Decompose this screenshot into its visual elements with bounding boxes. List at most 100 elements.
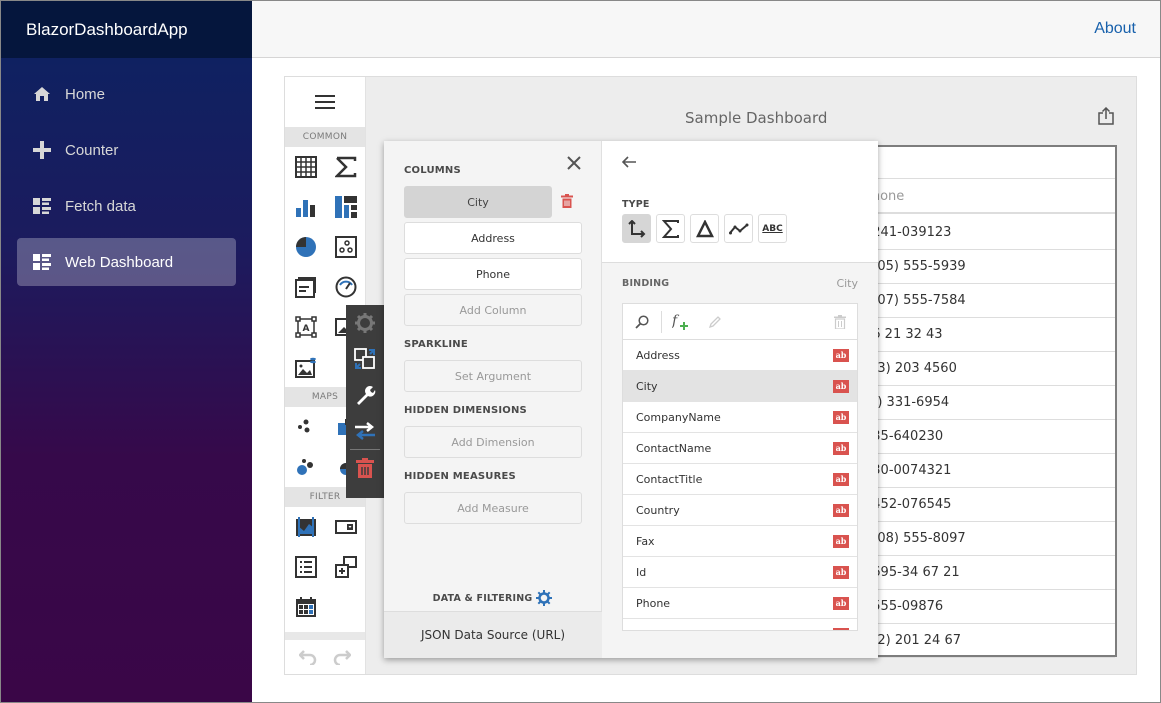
add-dimension-button[interactable]: Add Dimension [404, 426, 582, 458]
binding-value: City [836, 277, 858, 290]
string-type-icon: ab [833, 379, 849, 393]
app-brand[interactable]: BlazorDashboardApp [1, 1, 252, 58]
column-phone[interactable]: Phone [404, 258, 582, 290]
field-item[interactable]: Country ab [623, 495, 857, 526]
search-icon[interactable] [635, 315, 649, 329]
range-filter-icon[interactable] [286, 507, 326, 547]
gauge-icon[interactable] [326, 267, 366, 307]
field-item[interactable]: PostalCode ab [623, 619, 857, 630]
set-argument-button[interactable]: Set Argument [404, 360, 582, 392]
phone-cell: (9) 331-6954 [856, 386, 1115, 419]
about-link[interactable]: About [1094, 20, 1136, 38]
field-item[interactable]: Id ab [623, 557, 857, 588]
hidden-measures-label: HIDDEN MEASURES [404, 471, 516, 482]
binding-label: BINDING [622, 278, 670, 289]
text-box-icon[interactable]: A [286, 307, 326, 347]
delete-item-button[interactable] [346, 450, 384, 486]
type-dimension-button[interactable] [622, 214, 651, 243]
type-measure-button[interactable] [656, 214, 685, 243]
column-header-phone[interactable]: Phone [856, 180, 1115, 214]
card-sigma-icon[interactable] [326, 147, 366, 187]
scatter-icon[interactable] [326, 227, 366, 267]
field-item[interactable]: ContactName ab [623, 433, 857, 464]
type-sparkline-button[interactable] [724, 214, 753, 243]
app-window: BlazorDashboardApp Home Counter Fetch da… [0, 0, 1161, 703]
geo-point-map-icon[interactable] [286, 407, 326, 447]
string-type-icon: ab [833, 441, 849, 455]
list-box-icon[interactable] [286, 547, 326, 587]
options-button[interactable] [346, 377, 384, 413]
undo-icon[interactable] [299, 649, 317, 665]
filter-items [285, 507, 365, 627]
field-name: Phone [636, 596, 671, 610]
type-text-button[interactable]: ABC [758, 214, 787, 243]
bound-image-icon[interactable] [286, 347, 326, 387]
back-arrow-icon[interactable] [622, 156, 636, 168]
field-item[interactable]: CompanyName ab [623, 402, 857, 433]
string-type-icon: ab [833, 534, 849, 548]
bindings-button[interactable] [346, 305, 384, 341]
phone-cell: (505) 555-5939 [856, 250, 1115, 283]
type-label: TYPE [622, 199, 650, 210]
home-icon [33, 85, 51, 103]
nav-item-fetch-data[interactable]: Fetch data [17, 182, 236, 230]
redo-icon[interactable] [333, 649, 351, 665]
columns-label: COLUMNS [404, 165, 461, 176]
toolbox-section-common: COMMON [285, 127, 365, 147]
field-item[interactable]: Fax ab [623, 526, 857, 557]
string-type-icon: ab [833, 472, 849, 486]
string-type-icon: ab [833, 348, 849, 362]
remove-column-icon[interactable] [561, 194, 573, 208]
sparkline-label: SPARKLINE [404, 339, 468, 350]
phone-cell: (02) 201 24 67 [856, 624, 1115, 657]
nav-item-counter[interactable]: Counter [17, 126, 236, 174]
phone-cell: 0241-039123 [856, 216, 1115, 249]
data-source-label[interactable]: JSON Data Source (URL) [384, 611, 602, 658]
string-type-icon: ab [833, 503, 849, 517]
add-calculated-field-icon[interactable]: f [672, 313, 690, 331]
field-item[interactable]: Address ab [623, 340, 857, 371]
treemap-icon[interactable] [326, 187, 366, 227]
field-item[interactable]: City ab [623, 371, 857, 402]
add-measure-button[interactable]: Add Measure [404, 492, 582, 524]
nav-label: Web Dashboard [65, 253, 174, 271]
svg-text:A: A [303, 324, 310, 334]
gear-icon [536, 590, 553, 606]
column-city[interactable]: City [404, 186, 552, 218]
data-filtering-button[interactable]: DATA & FILTERING [384, 590, 601, 606]
date-filter-icon[interactable] [286, 587, 326, 627]
field-item[interactable]: Phone ab [623, 588, 857, 619]
phone-cell: 0695-34 67 21 [856, 556, 1115, 589]
phone-cell: 0452-076545 [856, 488, 1115, 521]
wrench-icon [357, 386, 376, 405]
cards-icon[interactable] [286, 267, 326, 307]
nav-item-home[interactable]: Home [17, 70, 236, 118]
tree-view-icon[interactable] [326, 547, 366, 587]
field-name: ContactTitle [636, 472, 703, 486]
edit-icon[interactable] [708, 315, 722, 329]
add-column-button[interactable]: Add Column [404, 294, 582, 326]
delete-field-icon[interactable] [834, 315, 846, 329]
convert-button[interactable] [346, 413, 384, 449]
string-type-icon: ab [833, 410, 849, 424]
menu-button[interactable] [285, 77, 365, 127]
type-delta-button[interactable] [690, 214, 719, 243]
export-button[interactable] [1098, 106, 1114, 129]
pie-icon[interactable] [286, 227, 326, 267]
trash-icon [356, 458, 374, 478]
dashboard-title: Sample Dashboard [685, 109, 828, 127]
nav-label: Fetch data [65, 197, 136, 215]
nav-item-web-dashboard[interactable]: Web Dashboard [17, 238, 236, 286]
grid-item-icon[interactable] [286, 147, 326, 187]
export-icon [1098, 106, 1114, 125]
combo-box-icon[interactable] [326, 507, 366, 547]
string-type-icon: ab [833, 596, 849, 610]
phone-cell: (93) 203 4560 [856, 352, 1115, 385]
field-item[interactable]: ContactTitle ab [623, 464, 857, 495]
interactivity-button[interactable] [346, 341, 384, 377]
close-icon[interactable] [567, 156, 581, 170]
chart-icon[interactable] [286, 187, 326, 227]
sparkline-icon [728, 223, 748, 234]
column-address[interactable]: Address [404, 222, 582, 254]
bubble-map-icon[interactable] [286, 447, 326, 487]
